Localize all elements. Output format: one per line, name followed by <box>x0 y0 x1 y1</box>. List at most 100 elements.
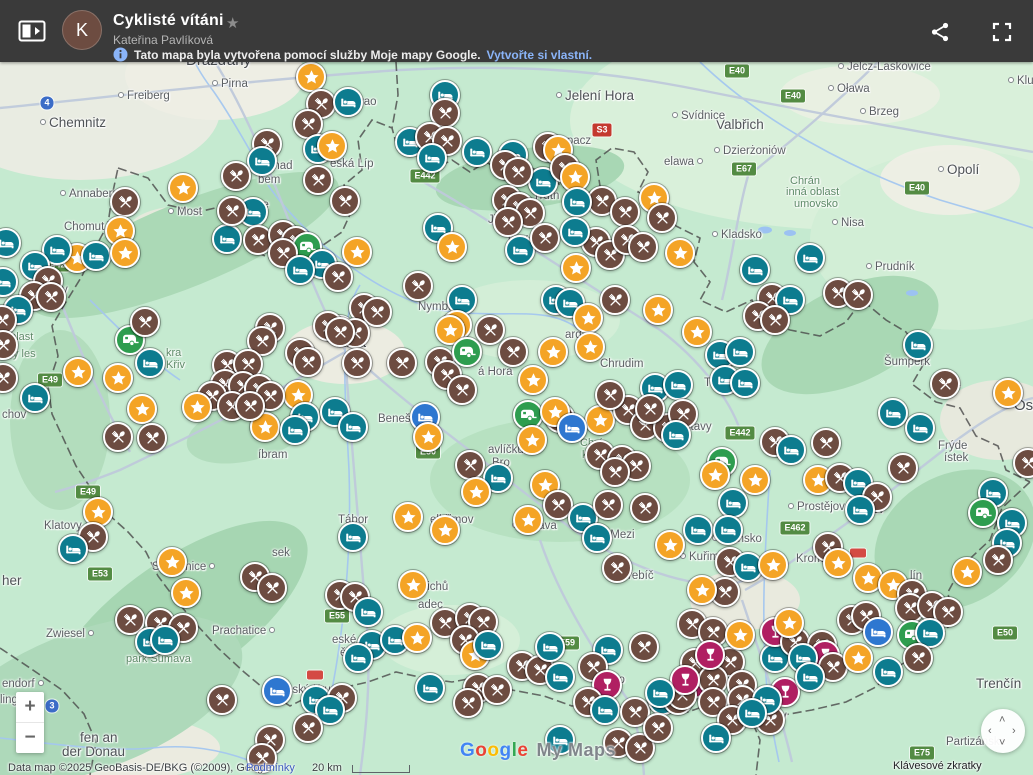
marker-restaurant[interactable] <box>903 643 933 673</box>
marker-lodging[interactable] <box>545 662 575 692</box>
marker-restaurant[interactable] <box>323 262 353 292</box>
marker-lodging[interactable] <box>645 678 675 708</box>
marker-lodging[interactable] <box>560 217 590 247</box>
marker-camping-caravan[interactable] <box>968 498 998 528</box>
marker-attraction-star[interactable] <box>127 394 157 424</box>
marker-attraction-star[interactable] <box>655 530 685 560</box>
marker-attraction-star[interactable] <box>402 623 432 653</box>
marker-lodging[interactable] <box>683 515 713 545</box>
marker-restaurant[interactable] <box>635 394 665 424</box>
marker-restaurant[interactable] <box>303 165 333 195</box>
marker-lodging[interactable] <box>661 420 691 450</box>
marker-attraction-star[interactable] <box>682 317 712 347</box>
marker-restaurant[interactable] <box>293 347 323 377</box>
zoom-out-button[interactable]: − <box>16 723 44 753</box>
marker-restaurant[interactable] <box>325 317 355 347</box>
marker-restaurant[interactable] <box>482 675 512 705</box>
marker-attraction-star[interactable] <box>758 550 788 580</box>
marker-lodging[interactable] <box>776 435 806 465</box>
marker-lodging[interactable] <box>701 723 731 753</box>
marker-restaurant[interactable] <box>600 285 630 315</box>
marker-attraction-star[interactable] <box>993 378 1023 408</box>
marker-restaurant[interactable] <box>530 223 560 253</box>
pan-up-icon[interactable]: ˄ <box>999 715 1005 725</box>
marker-attraction-star[interactable] <box>103 363 133 393</box>
marker-attraction-star[interactable] <box>843 643 873 673</box>
marker-lodging[interactable] <box>535 632 565 662</box>
marker-lodging[interactable] <box>417 143 447 173</box>
marker-attraction-star[interactable] <box>168 173 198 203</box>
marker-restaurant[interactable] <box>888 453 918 483</box>
marker-restaurant[interactable] <box>110 187 140 217</box>
marker-lodging[interactable] <box>740 255 770 285</box>
marker-restaurant[interactable] <box>447 375 477 405</box>
share-icon[interactable] <box>930 22 950 42</box>
marker-lodging-alt[interactable] <box>557 413 587 443</box>
marker-lodging[interactable] <box>590 695 620 725</box>
map-canvas[interactable]: DrážďanyFreibergPirnaChemnitzAnnaberg-BC… <box>0 0 1033 775</box>
marker-lodging[interactable] <box>663 370 693 400</box>
fullscreen-icon[interactable] <box>992 22 1012 42</box>
marker-attraction-star[interactable] <box>413 422 443 452</box>
pan-down-icon[interactable]: ˅ <box>999 738 1005 748</box>
marker-lodging[interactable] <box>58 534 88 564</box>
marker-restaurant[interactable] <box>930 369 960 399</box>
marker-attraction-star[interactable] <box>317 131 347 161</box>
marker-lodging[interactable] <box>473 630 503 660</box>
marker-attraction-star[interactable] <box>63 357 93 387</box>
marker-lodging[interactable] <box>135 348 165 378</box>
marker-attraction-star[interactable] <box>518 365 548 395</box>
marker-lodging-alt[interactable] <box>262 676 292 706</box>
marker-attraction-star[interactable] <box>517 425 547 455</box>
marker-lodging[interactable] <box>247 146 277 176</box>
marker-lodging[interactable] <box>737 698 767 728</box>
marker-restaurant[interactable] <box>130 307 160 337</box>
marker-attraction-star[interactable] <box>561 253 591 283</box>
marker-attraction-star[interactable] <box>398 570 428 600</box>
marker-lodging[interactable] <box>903 330 933 360</box>
marker-restaurant[interactable] <box>811 428 841 458</box>
marker-attraction-star[interactable] <box>110 238 140 268</box>
avatar[interactable]: K <box>62 10 102 50</box>
marker-lodging[interactable] <box>285 255 315 285</box>
marker-attraction-star[interactable] <box>342 237 372 267</box>
marker-attraction-star[interactable] <box>513 505 543 535</box>
marker-restaurant[interactable] <box>503 157 533 187</box>
toggle-side-panel-icon[interactable] <box>18 19 46 43</box>
marker-restaurant[interactable] <box>453 688 483 718</box>
marker-restaurant[interactable] <box>342 348 372 378</box>
marker-restaurant[interactable] <box>602 553 632 583</box>
marker-restaurant[interactable] <box>330 186 360 216</box>
marker-lodging[interactable] <box>713 515 743 545</box>
marker-restaurant[interactable] <box>403 271 433 301</box>
marker-attraction-star[interactable] <box>437 232 467 262</box>
marker-restaurant[interactable] <box>137 423 167 453</box>
marker-lodging[interactable] <box>353 597 383 627</box>
marker-restaurant[interactable] <box>293 713 323 743</box>
marker-lodging[interactable] <box>338 522 368 552</box>
marker-restaurant[interactable] <box>593 490 623 520</box>
marker-camping-caravan[interactable] <box>452 337 482 367</box>
marker-attraction-star[interactable] <box>538 337 568 367</box>
marker-lodging[interactable] <box>725 337 755 367</box>
marker-restaurant[interactable] <box>103 422 133 452</box>
marker-restaurant[interactable] <box>630 493 660 523</box>
zoom-in-button[interactable]: + <box>16 692 44 722</box>
marker-restaurant[interactable] <box>387 348 417 378</box>
marker-lodging[interactable] <box>212 224 242 254</box>
marker-lodging[interactable] <box>81 241 111 271</box>
marker-attraction-star[interactable] <box>461 477 491 507</box>
marker-attraction-star[interactable] <box>171 578 201 608</box>
marker-lodging[interactable] <box>280 415 310 445</box>
marker-lodging-alt[interactable] <box>863 617 893 647</box>
marker-attraction-star[interactable] <box>740 465 770 495</box>
marker-lodging[interactable] <box>462 137 492 167</box>
marker-restaurant[interactable] <box>647 203 677 233</box>
marker-restaurant[interactable] <box>36 282 66 312</box>
marker-lodging[interactable] <box>338 412 368 442</box>
marker-lodging[interactable] <box>150 625 180 655</box>
marker-restaurant[interactable] <box>643 713 673 743</box>
marker-attraction-star[interactable] <box>157 547 187 577</box>
marker-attraction-star[interactable] <box>643 295 673 325</box>
marker-attraction-star[interactable] <box>952 557 982 587</box>
